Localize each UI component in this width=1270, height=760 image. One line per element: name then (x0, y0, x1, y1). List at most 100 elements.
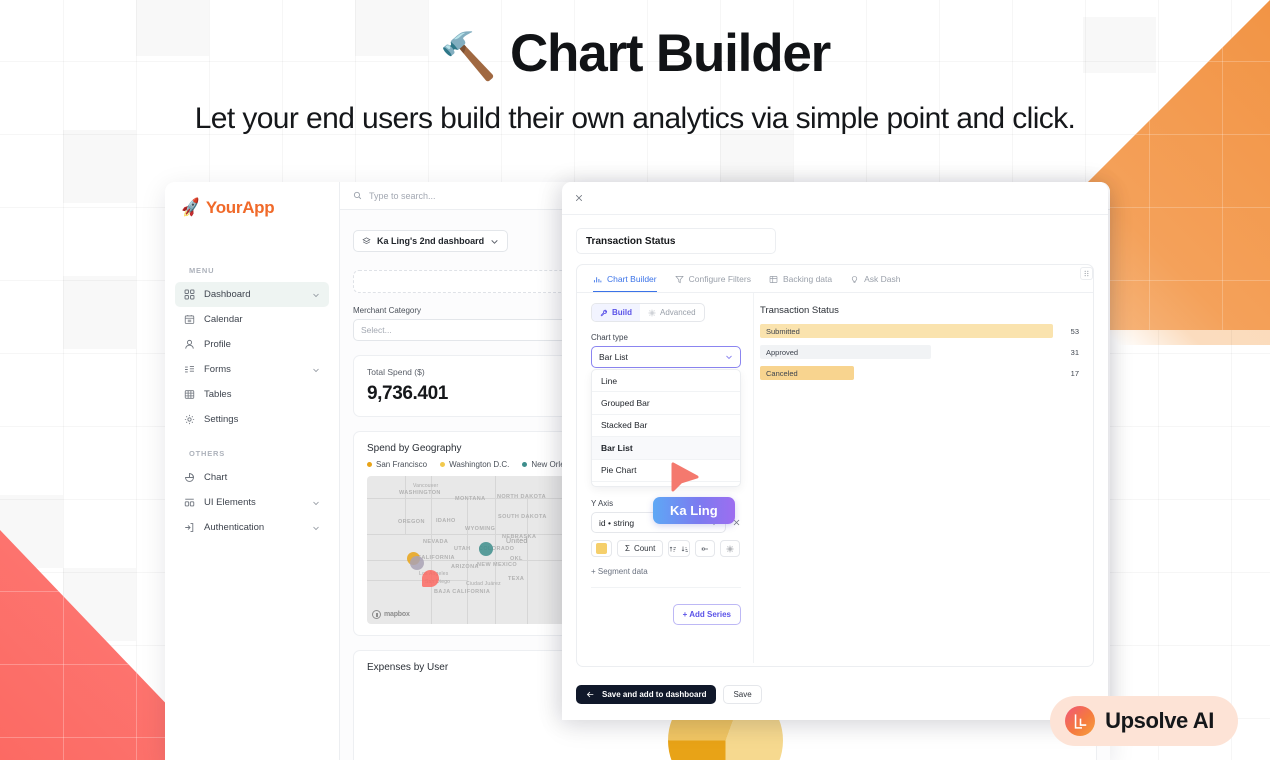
map-pin[interactable] (410, 556, 424, 570)
save-button[interactable]: Save (723, 684, 762, 704)
map-label: Ciudad Juárez (466, 581, 501, 587)
bar-track: Canceled (760, 366, 1053, 380)
rocket-icon: 🚀 (179, 198, 203, 219)
brand-text: YourApp (206, 198, 275, 218)
sidebar-item-tables[interactable]: Tables (175, 382, 329, 407)
form-icon (184, 364, 195, 375)
map-label: ARIZONA (451, 564, 479, 570)
page-title: 🔨 Chart Builder (0, 25, 1270, 83)
axis-range-icon (701, 545, 709, 553)
chart-name-input[interactable]: Transaction Status (576, 228, 776, 254)
add-series-button[interactable]: + Add Series (672, 604, 741, 625)
bar-list-row[interactable]: Canceled 17 (760, 366, 1079, 380)
map-label: United (506, 538, 528, 545)
sidebar-item-calendar[interactable]: Calendar (175, 307, 329, 332)
chart-type-dropdown[interactable]: Line Grouped Bar Stacked Bar Bar List Pi… (591, 369, 741, 487)
dropdown-option-stacked-bar[interactable]: Stacked Bar (592, 415, 740, 438)
dropdown-option-bar-list[interactable]: Bar List (592, 437, 740, 460)
sidebar-item-forms[interactable]: Forms (175, 357, 329, 382)
map-label: IDAHO (436, 518, 456, 524)
ui-elements-icon (184, 497, 195, 508)
dropdown-option-grouped-bar[interactable]: Grouped Bar (592, 392, 740, 415)
chart-type-select[interactable]: Bar List (591, 346, 741, 368)
map-pin[interactable] (479, 542, 493, 556)
advanced-mode-button[interactable]: Advanced (640, 304, 704, 321)
sidebar-item-label: Authentication (204, 522, 265, 533)
close-icon[interactable] (574, 193, 584, 203)
map-label: SOUTH DAKOTA (498, 514, 547, 520)
legend-color-dot (440, 462, 446, 467)
dashboard-selector[interactable]: Ka Ling's 2nd dashboard (353, 230, 509, 252)
map-label: UTAH (454, 546, 471, 552)
brand-app: App (242, 198, 275, 217)
bar-value: 53 (1070, 326, 1079, 336)
tab-chart-builder[interactable]: Chart Builder (593, 274, 657, 292)
map-label: NORTH DAKOTA (497, 494, 546, 500)
drag-handle-icon[interactable] (1080, 267, 1093, 280)
sidebar-item-label: Forms (204, 364, 231, 375)
sidebar-item-label: Settings (204, 414, 239, 425)
sidebar-item-dashboard[interactable]: Dashboard (175, 282, 329, 307)
sidebar-item-label: Dashboard (204, 289, 251, 300)
axis-range-button[interactable] (695, 540, 716, 557)
bar-label: Approved (766, 347, 799, 357)
map-label: OREGON (398, 519, 425, 525)
bar-list-row[interactable]: Approved 31 (760, 345, 1079, 359)
chart-builder-modal: Transaction Status Chart Builder Configu… (562, 182, 1108, 720)
modal-body: Transaction Status Chart Builder Configu… (562, 215, 1108, 667)
tab-configure-filters[interactable]: Configure Filters (674, 274, 751, 292)
dropdown-option-pie-chart[interactable]: Pie Chart (592, 460, 740, 482)
sort-buttons-group[interactable] (668, 540, 691, 557)
sort-ascending-icon[interactable] (669, 545, 677, 553)
modal-footer: Save and add to dashboard Save (562, 668, 1108, 720)
dropdown-option-donut-chart[interactable]: Donut Chart (592, 482, 740, 486)
series-color-picker[interactable] (591, 540, 612, 557)
pie-chart-icon (184, 472, 195, 483)
bar-value: 17 (1070, 368, 1079, 378)
hammer-icon: 🔨 (439, 30, 497, 83)
chart-type-label: Chart type (591, 333, 628, 342)
bar-list-row[interactable]: Submitted 53 (760, 324, 1079, 338)
page-subtitle: Let your end users build their own analy… (194, 102, 1076, 136)
mapbox-logo-icon (372, 610, 381, 619)
mapbox-label: mapbox (384, 611, 410, 618)
chevron-down-icon (312, 524, 320, 532)
bar-chart-icon (593, 275, 602, 284)
sidebar-item-label: Chart (204, 472, 228, 483)
bar-label: Canceled (766, 368, 798, 378)
sidebar-item-ui-elements[interactable]: UI Elements (175, 490, 329, 515)
funnel-icon (674, 275, 684, 284)
aggregation-select[interactable]: Σ Count (617, 540, 664, 557)
sidebar-item-settings[interactable]: Settings (175, 407, 329, 432)
sidebar-item-profile[interactable]: Profile (175, 332, 329, 357)
legend-item: Washington D.C. (440, 460, 509, 469)
chevron-down-icon (490, 237, 499, 246)
tab-ask-dash[interactable]: Ask Dash (850, 274, 901, 292)
arrow-left-icon (586, 690, 595, 699)
tab-backing-data[interactable]: Backing data (769, 274, 832, 292)
mapbox-attribution[interactable]: mapbox (372, 610, 410, 619)
build-mode-button[interactable]: Build (592, 304, 640, 321)
brand-logo[interactable]: 🚀 YourApp (165, 182, 339, 219)
chevron-down-icon (312, 366, 320, 374)
chevron-down-icon (725, 353, 733, 361)
map-pin[interactable] (422, 570, 439, 587)
chevron-down-icon (312, 291, 320, 299)
dashboard-icon (362, 236, 371, 246)
tab-label: Configure Filters (688, 274, 751, 284)
sidebar-item-label: Tables (204, 389, 232, 400)
series-settings-button[interactable] (720, 540, 741, 557)
search-input[interactable] (369, 190, 569, 201)
sidebar-item-authentication[interactable]: Authentication (175, 515, 329, 540)
segment-data-link[interactable]: + Segment data (591, 567, 741, 576)
calendar-icon (184, 314, 195, 325)
dropdown-option-line[interactable]: Line (592, 370, 740, 393)
map-label: TEXA (508, 576, 525, 582)
map-label: NEVADA (423, 539, 449, 545)
builder-columns: Build Advanced Chart type Bar List Line (577, 267, 1093, 663)
sort-descending-icon[interactable] (681, 545, 689, 553)
add-series-row: + Add Series (591, 604, 741, 625)
legend-label: San Francisco (376, 460, 428, 469)
sidebar-item-chart[interactable]: Chart (175, 465, 329, 490)
save-and-add-to-dashboard-button[interactable]: Save and add to dashboard (576, 684, 717, 704)
